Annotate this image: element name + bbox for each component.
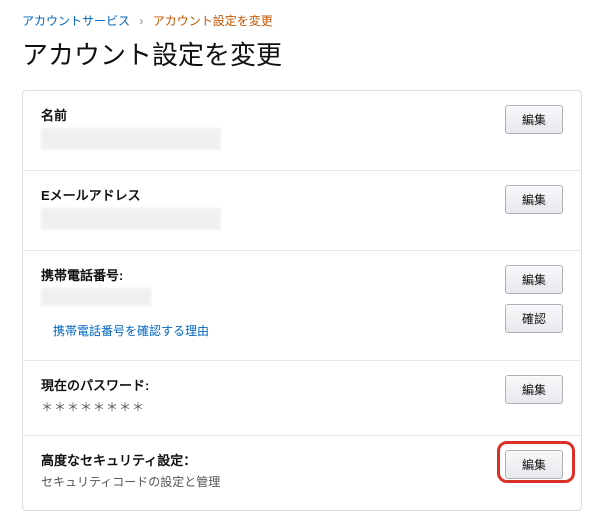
name-label: 名前 xyxy=(41,105,505,124)
settings-card: 名前 編集 Eメールアドレス 編集 携帯電話番号: 携帯電話番号を確認する理由 … xyxy=(22,90,582,511)
breadcrumb-separator: › xyxy=(139,14,143,28)
name-value-redacted xyxy=(41,128,221,150)
section-name: 名前 編集 xyxy=(23,91,581,171)
security-label: 高度なセキュリティ設定： xyxy=(41,450,505,469)
edit-name-button[interactable]: 編集 xyxy=(505,105,563,134)
section-email: Eメールアドレス 編集 xyxy=(23,171,581,251)
security-desc: セキュリティコードの設定と管理 xyxy=(41,473,505,490)
edit-email-button[interactable]: 編集 xyxy=(505,185,563,214)
confirm-phone-button[interactable]: 確認 xyxy=(505,304,563,333)
section-password: 現在のパスワード: ＊＊＊＊＊＊＊＊ 編集 xyxy=(23,361,581,436)
edit-password-button[interactable]: 編集 xyxy=(505,375,563,404)
email-value-redacted xyxy=(41,208,221,230)
password-mask: ＊＊＊＊＊＊＊＊ xyxy=(41,398,505,415)
section-security: 高度なセキュリティ設定： セキュリティコードの設定と管理 編集 xyxy=(23,436,581,510)
section-phone: 携帯電話番号: 携帯電話番号を確認する理由 編集 確認 xyxy=(23,251,581,361)
breadcrumb-current: アカウント設定を変更 xyxy=(153,14,273,28)
breadcrumb: アカウントサービス › アカウント設定を変更 xyxy=(22,10,582,29)
phone-label: 携帯電話番号: xyxy=(41,265,505,284)
edit-security-button[interactable]: 編集 xyxy=(505,450,563,479)
phone-value-redacted xyxy=(41,288,151,306)
edit-phone-button[interactable]: 編集 xyxy=(505,265,563,294)
page-title: アカウント設定を変更 xyxy=(22,35,582,72)
phone-why-link[interactable]: 携帯電話番号を確認する理由 xyxy=(53,322,209,339)
password-label: 現在のパスワード: xyxy=(41,375,505,394)
breadcrumb-root-link[interactable]: アカウントサービス xyxy=(22,14,130,28)
email-label: Eメールアドレス xyxy=(41,185,505,204)
